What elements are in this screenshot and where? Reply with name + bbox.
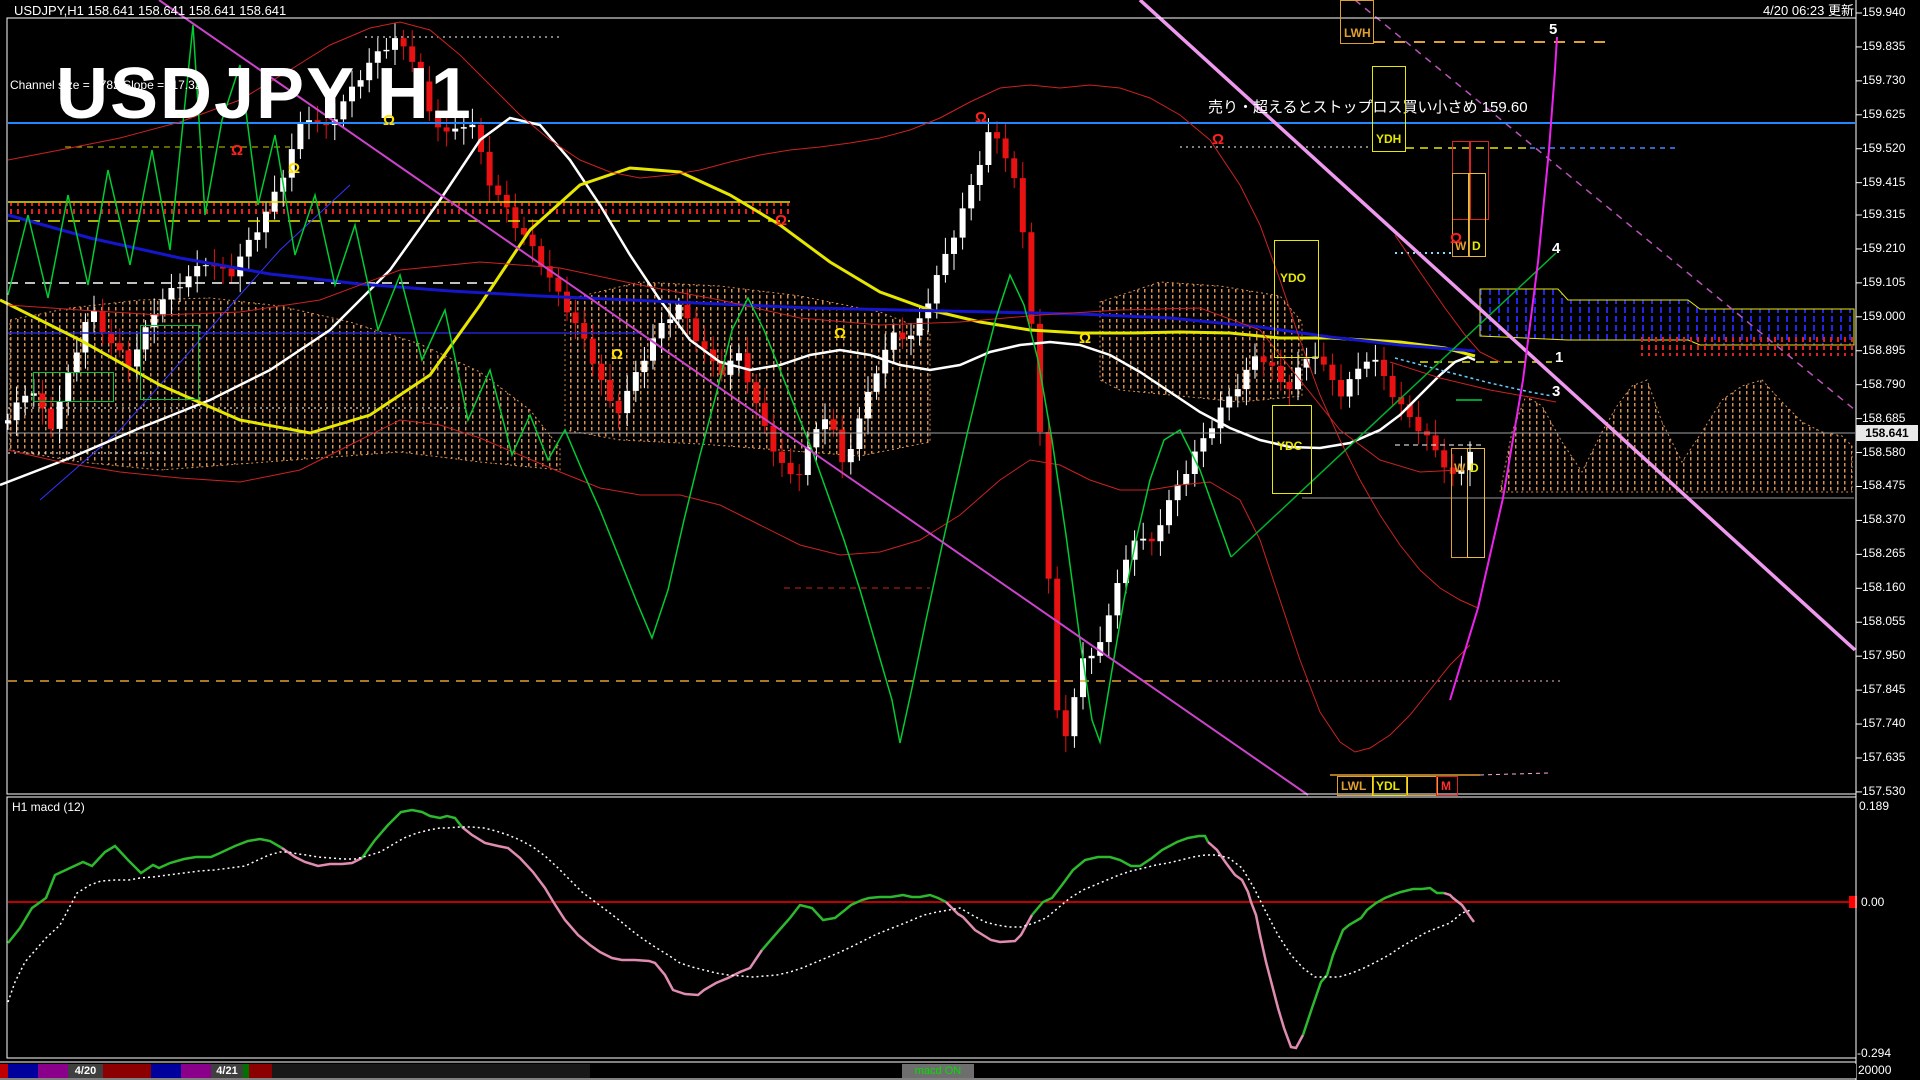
price-axis-label: 159.000	[1862, 308, 1906, 323]
trading-chart-window: USDJPY,H1 158.641 158.641 158.641 158.64…	[0, 0, 1920, 1080]
price-axis-label: 159.730	[1862, 72, 1906, 87]
price-axis-label: 157.530	[1862, 783, 1906, 798]
region-red-hatch-topleft	[8, 203, 790, 215]
macd-main-down	[1207, 841, 1305, 1050]
level-label-m: M	[1441, 779, 1451, 793]
signal-symbol-icon: Ω	[1079, 330, 1092, 347]
price-axis-label: 157.845	[1862, 682, 1906, 697]
ydo-box	[1274, 240, 1319, 358]
green-range-box-1	[33, 372, 114, 402]
price-axis-label: 159.315	[1862, 207, 1906, 221]
wave-count-4: 4	[1552, 240, 1561, 257]
macd-indicator-label: H1 macd (12)	[12, 800, 85, 814]
timeline-segment	[590, 1064, 1856, 1078]
signal-symbol-icon: Ω	[288, 160, 301, 177]
price-axis-label: 159.415	[1862, 174, 1906, 189]
region-dots-midright	[1099, 281, 1303, 403]
level-label-ydl: YDL	[1376, 779, 1400, 793]
symbol-ohlc-line: USDJPY,H1 158.641 158.641 158.641 158.64…	[14, 3, 287, 18]
signal-symbol-icon: Ω	[975, 109, 988, 126]
level-label-d: D	[1470, 461, 1479, 475]
macd-pane-frame	[6, 796, 1857, 1059]
price-axis-label: 159.625	[1862, 106, 1906, 121]
macd-main-down	[461, 826, 764, 997]
signal-symbol-icon: Ω	[383, 112, 396, 129]
overlay-cyan-wave3	[1394, 357, 1553, 397]
overlay-red-lower	[7, 419, 1471, 753]
macd-main-up	[1031, 834, 1210, 916]
signal-symbol-icon: Ω	[611, 346, 624, 363]
macd-scale-max: 0.189	[1859, 799, 1890, 813]
signal-symbol-icon: Ω	[231, 142, 244, 159]
level-label-w: W	[1454, 461, 1466, 475]
level-label-ydh: YDH	[1376, 132, 1402, 146]
volume-scale-label: 20000	[1858, 1063, 1892, 1077]
timeline-segment	[8, 1064, 38, 1078]
price-axis-label: 158.265	[1862, 546, 1906, 561]
price-axis-label: 159.210	[1862, 240, 1906, 255]
price-axis-label: 157.950	[1862, 648, 1906, 663]
signal-symbol-icon: Ω	[1212, 131, 1225, 148]
wave-count-5: 5	[1549, 21, 1558, 38]
timeline-segment	[38, 1064, 68, 1078]
level-label-d: D	[1472, 239, 1481, 253]
macd-main-up	[1301, 886, 1444, 1036]
current-price-badge: 158.641	[1856, 425, 1918, 441]
timeline-date-label: 4/21	[216, 1065, 238, 1077]
channel-info-label: Channel size = 1782 Slope = -17.32	[10, 78, 202, 92]
price-axis-label: 157.635	[1862, 749, 1906, 764]
macd-main-up	[7, 837, 283, 944]
green-range-box-2	[140, 325, 199, 400]
timeline-segment	[181, 1064, 211, 1078]
price-axis-label: 158.580	[1862, 444, 1906, 459]
price-axis-label: 158.895	[1862, 342, 1906, 357]
timeline-segment	[272, 1064, 590, 1078]
region-red-band-right	[1640, 334, 1854, 356]
price-axis-label: 157.740	[1862, 716, 1906, 731]
macd-main-up	[360, 808, 463, 859]
level-label-lwl: LWL	[1341, 779, 1367, 793]
empty-box	[1406, 776, 1438, 796]
price-axis-label: 159.105	[1862, 274, 1906, 289]
macd-scale-min: -0.294	[1857, 1046, 1892, 1060]
wave-count-1: 1	[1555, 349, 1564, 366]
price-axis-label: 158.055	[1862, 614, 1906, 629]
timeline-date-label: 4/20	[74, 1065, 97, 1077]
timeline-segment	[103, 1064, 151, 1078]
price-axis-label: 158.475	[1862, 478, 1906, 493]
symbol-watermark: USDJPY H1	[56, 54, 473, 134]
signal-symbol-icon: Ω	[834, 325, 847, 342]
overlay-pink-wave5	[1449, 36, 1558, 701]
level-label-ydc: YDC	[1277, 439, 1303, 453]
timeline-segment	[0, 1064, 8, 1078]
overlay-pink-dash-775	[1479, 772, 1549, 776]
signal-symbol-icon: Ω	[1450, 230, 1463, 247]
price-axis-label: 159.940	[1862, 5, 1906, 19]
trade-note-annotation: 売り・超えるとストップロス買い小さめ 159.60	[1208, 99, 1528, 116]
macd-main-down	[281, 846, 363, 868]
price-axis-label: 158.685	[1862, 410, 1906, 425]
price-axis-label: 158.370	[1862, 512, 1906, 527]
updated-timestamp: 4/20 06:23 更新	[1762, 3, 1854, 18]
overlay-red-wave3	[1389, 361, 1557, 403]
price-axis-label: 158.160	[1862, 580, 1906, 595]
timeline-segment	[151, 1064, 181, 1078]
signal-symbol-icon: Ω	[775, 212, 788, 229]
wave-count-3: 3	[1552, 383, 1561, 400]
level-label-ydo: YDO	[1280, 271, 1307, 285]
price-axis-label: 158.790	[1862, 376, 1906, 391]
macd-signal-line	[7, 826, 1472, 1003]
timeline-segment	[249, 1064, 272, 1078]
price-axis-label: 159.520	[1862, 140, 1906, 155]
level-label-lwh: LWH	[1344, 26, 1371, 40]
macd-main-up	[761, 893, 947, 951]
price-axis-label: 159.835	[1862, 38, 1906, 53]
macd-main-down	[1443, 891, 1475, 923]
macd-toggle-button[interactable]: macd ON	[902, 1064, 974, 1078]
macd-scale-zero: 0.00	[1861, 895, 1885, 909]
